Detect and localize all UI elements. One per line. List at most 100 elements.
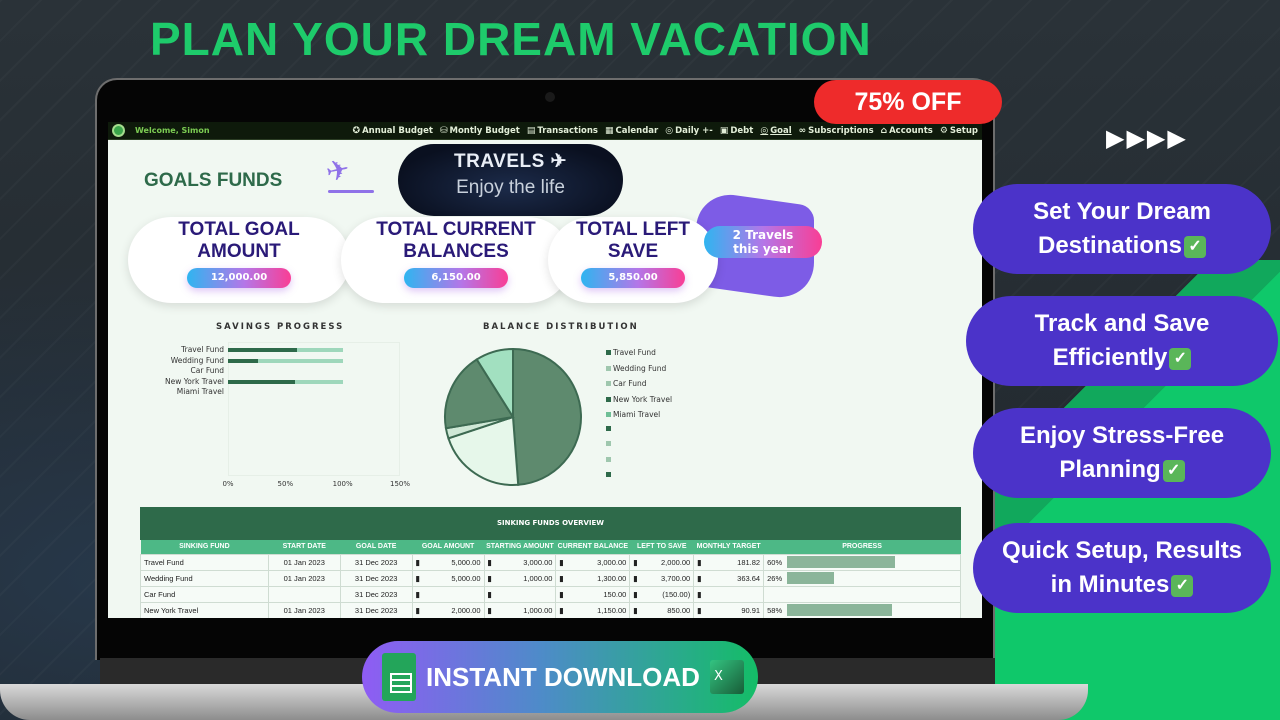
nav-item-setup[interactable]: ⚙ Setup	[940, 126, 978, 136]
table-title: SINKING FUNDS OVERVIEW	[140, 507, 961, 540]
cell-value: 01 Jan 2023	[283, 605, 325, 615]
nav-label: Debt	[730, 125, 754, 136]
savings-category-label: Car Fund	[190, 366, 224, 375]
currency-icon: ▮	[633, 557, 638, 567]
currency-icon: ▮	[487, 573, 492, 583]
kpi-label: TOTAL GOAL AMOUNT	[178, 219, 300, 262]
currency-icon: ▮	[633, 573, 638, 583]
table-cell: ▮ (150.00)	[629, 585, 695, 603]
kpi-total-left-save: TOTAL LEFT SAVE 5,850.00	[548, 217, 718, 303]
table-cell: ▮	[693, 585, 765, 603]
camera-icon	[545, 92, 555, 102]
cell-value: 363.64	[737, 573, 761, 583]
savings-category-label: Miami Travel	[176, 387, 224, 396]
legend-swatch	[606, 425, 611, 431]
currency-icon: ▮	[697, 557, 702, 567]
column-header: SINKING FUND	[140, 540, 269, 554]
headline: PLAN YOUR DREAM VACATION	[150, 13, 872, 65]
cell-value: Wedding Fund	[144, 573, 193, 583]
savings-axis-tick: 100%	[332, 480, 353, 488]
cell-value: 5,000.00	[451, 573, 481, 583]
table-cell: ▮ 90.91	[693, 601, 765, 618]
currency-icon: ▮	[559, 557, 564, 567]
pie-slice-travel-fund	[512, 347, 582, 486]
table-cell: 31 Dec 2023	[339, 601, 413, 618]
cell-value: 181.82	[737, 557, 761, 567]
cell-value: 90.91	[741, 605, 761, 615]
cell-value: 2,000.00	[451, 605, 481, 615]
table-cell: Travel Fund	[140, 553, 269, 571]
nav-icon: ∞	[798, 125, 807, 136]
nav-item-accounts[interactable]: ⌂ Accounts	[881, 126, 933, 136]
progress-percent: 60%	[767, 557, 783, 567]
nav-item-annual-budget[interactable]: ✪ Annual Budget	[353, 126, 433, 136]
spreadsheet-screen: Welcome, Simon ✪ Annual Budget ⛁ Montly Bud…	[108, 122, 982, 618]
nav-item-montly-budget[interactable]: ⛁ Montly Budget	[440, 126, 520, 136]
currency-icon: ▮	[415, 605, 420, 615]
checkmark-icon: ✓	[1169, 347, 1192, 370]
airplane-icon: ✈	[322, 151, 353, 190]
table-cell: ▮ 1,000.00	[483, 601, 557, 618]
feature-set-destinations: Set Your Dream Destinations ✓	[973, 184, 1271, 274]
nav-item-subscriptions[interactable]: ∞ Subscriptions	[799, 126, 874, 136]
nav-icon: ⛁	[439, 125, 448, 136]
table-row: Wedding Fund 01 Jan 2023 31 Dec 2023 ▮ 5,000…	[140, 569, 961, 587]
table-cell: ▮ 150.00	[555, 585, 631, 603]
table-cell: ▮	[483, 585, 557, 603]
currency-icon: ▮	[415, 573, 420, 583]
table-cell: Wedding Fund	[140, 569, 269, 587]
nav-icon: ✪	[352, 125, 361, 136]
currency-icon: ▮	[487, 557, 492, 567]
legend-item	[606, 456, 611, 462]
cell-value: 01 Jan 2023	[283, 573, 325, 583]
feature-stress-free: Enjoy Stress-Free Planning ✓	[973, 408, 1271, 498]
nav-icon: ▦	[604, 125, 614, 136]
legend-label: Miami Travel	[613, 410, 661, 419]
nav-item-goal[interactable]: ◎ Goal	[760, 126, 791, 136]
cell-value: 31 Dec 2023	[354, 573, 398, 583]
currency-icon: ▮	[697, 573, 702, 583]
banner-title: TRAVELS ✈	[454, 151, 567, 172]
app-logo-icon	[112, 124, 125, 137]
cell-value: 5,000.00	[451, 557, 481, 567]
currency-icon: ▮	[697, 589, 702, 599]
legend-label: Car Fund	[613, 379, 647, 388]
kpi-label: TOTAL LEFT SAVE	[576, 219, 690, 262]
column-header: LEFT TO SAVE	[629, 540, 694, 554]
table-cell: ▮ 363.64	[693, 569, 765, 587]
legend-item	[606, 441, 611, 446]
legend-swatch	[606, 472, 611, 477]
nav-label: Setup	[949, 125, 978, 136]
cell-value: 31 Dec 2023	[354, 589, 398, 599]
kpi-value: 5,850.00	[581, 268, 685, 288]
progress-percent: 58%	[767, 605, 783, 615]
table-cell: ▮ 2,000.00	[411, 601, 485, 618]
table-cell: 31 Dec 2023	[339, 569, 413, 587]
nav-item-calendar[interactable]: ▦ Calendar	[605, 126, 658, 136]
table-cell: ▮	[411, 585, 485, 603]
feature-quick-setup: Quick Setup, Results in Minutes ✓	[973, 523, 1271, 613]
savings-category-label: Travel Fund	[181, 345, 224, 354]
currency-icon: ▮	[633, 605, 638, 615]
runway-line	[328, 190, 374, 193]
legend-swatch	[606, 456, 611, 462]
nav-label: Accounts	[889, 125, 933, 136]
nav-item-debt[interactable]: ▣ Debt	[720, 126, 753, 136]
table-cell: 01 Jan 2023	[267, 553, 341, 571]
currency-icon: ▮	[559, 605, 564, 615]
table-row: New York Travel 01 Jan 2023 31 Dec 2023 ▮ 2,…	[140, 601, 961, 618]
nav-item-daily[interactable]: ◎ Daily +-	[665, 126, 713, 136]
nav-item-transactions[interactable]: ▤ Transactions	[527, 126, 598, 136]
table-cell: ▮ 1,000.00	[483, 569, 557, 587]
progress-cell: 58%	[763, 601, 961, 618]
legend-item: Travel Fund	[606, 348, 656, 357]
cell-value: 01 Jan 2023	[283, 557, 325, 567]
kpi-label: TOTAL CURRENT BALANCES	[376, 219, 536, 262]
cell-value: 1,300.00	[597, 573, 627, 583]
checkmark-icon: ✓	[1171, 574, 1194, 597]
progress-bar	[787, 556, 896, 568]
nav-icon: ◎	[665, 125, 674, 136]
column-header: PROGRESS	[763, 540, 961, 554]
checkmark-icon: ✓	[1162, 459, 1185, 482]
instant-download-button[interactable]: INSTANT DOWNLOAD X	[362, 641, 758, 713]
